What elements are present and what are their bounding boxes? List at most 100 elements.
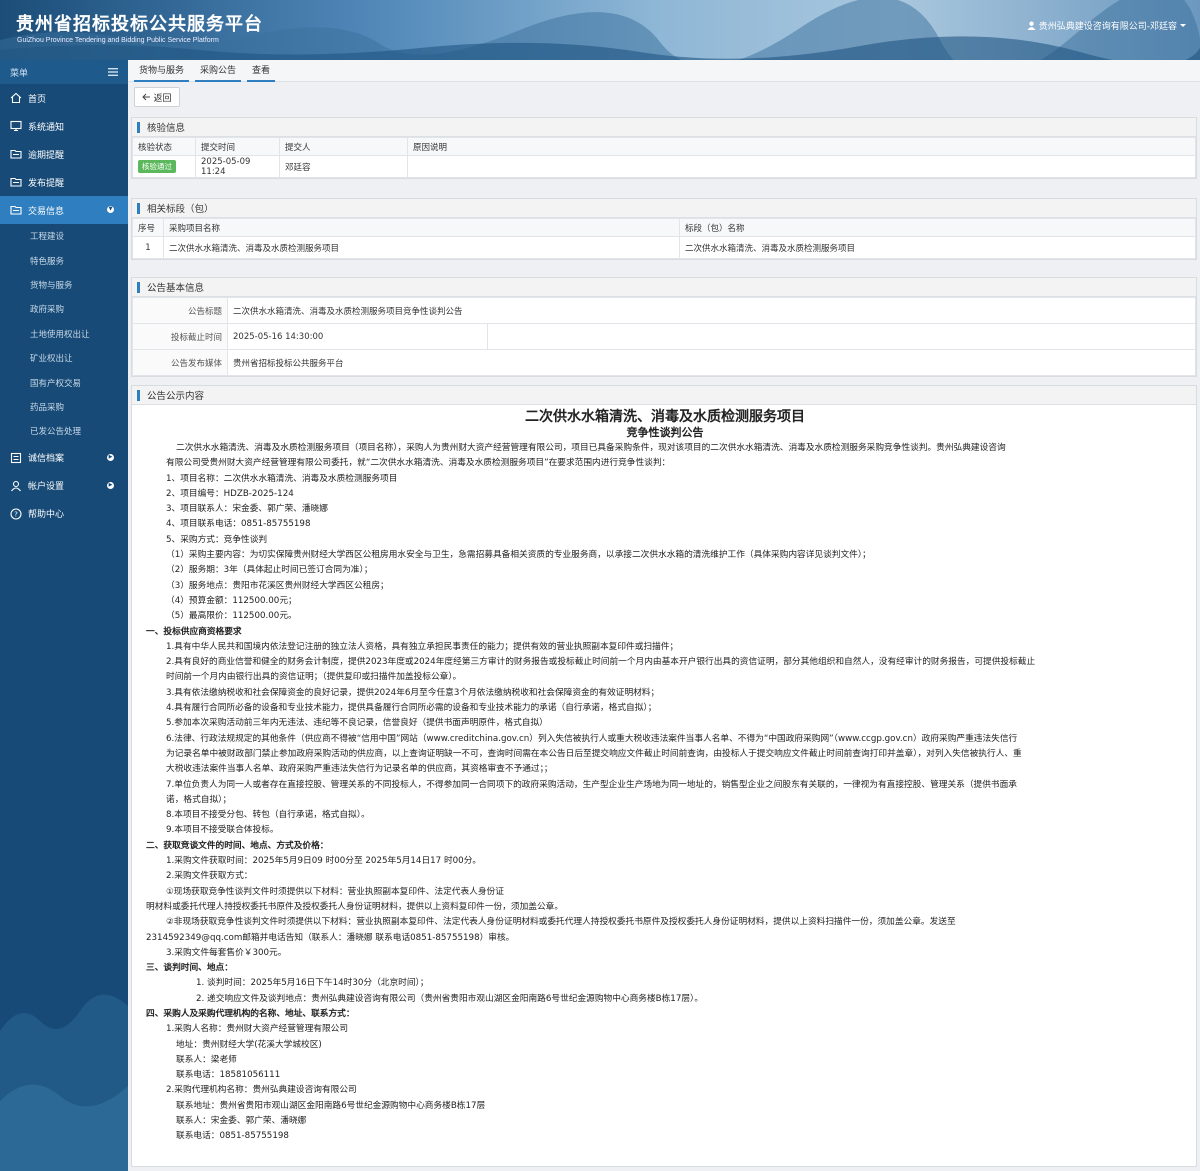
sidebar-item-label: 帐户设置: [28, 482, 65, 493]
chevron-right-icon: ▶: [107, 481, 114, 489]
svg-text:?: ?: [14, 510, 18, 518]
reason: [407, 155, 1196, 178]
paragraph: ②非现场获取竞争性谈判文件时须提供以下材料：营业执照副本复印件、法定代表人身份证…: [166, 917, 956, 928]
sidebar-item-overdue[interactable]: 逾期提醒: [0, 140, 128, 168]
sidebar-item-label: 首页: [28, 94, 47, 105]
paragraph: 9.本项目不接受联合体投标。: [166, 825, 279, 836]
paragraph: 二次供水水箱清洗、消毒及水质检测服务项目（项目名称），采购人为贵州财大资产经营管…: [176, 443, 1006, 453]
breadcrumb-item[interactable]: 货物与服务: [134, 60, 190, 82]
section-heading: 四、采购人及采购代理机构的名称、地址、联系方式：: [146, 1008, 355, 1019]
paragraph: 联系地址：贵州省贵阳市观山湖区金阳南路6号世纪金源购物中心商务楼B栋17层: [176, 1100, 486, 1111]
panel-title: 公告公示内容: [132, 386, 1196, 405]
sidebar-item-publish[interactable]: 发布提醒: [0, 168, 128, 196]
paragraph: （2）服务期：3年（具体起止时间已签订合同为准）；: [166, 565, 373, 576]
chevron-right-icon: ▶: [107, 453, 114, 461]
col-header: 提交时间: [195, 137, 280, 156]
sidebar-subitem[interactable]: 矿业权出让: [0, 346, 128, 370]
paragraph: 联系电话：0851-85755198: [176, 1131, 289, 1142]
sidebar-item-help[interactable]: ? 帮助中心: [0, 500, 128, 528]
caret-down-icon: [1180, 24, 1186, 27]
sidebar-item-credit[interactable]: 诚信档案 ▶: [0, 444, 128, 472]
paragraph: 联系电话：18581056111: [176, 1070, 281, 1081]
sidebar-mountain-image: [0, 994, 128, 1171]
sidebar-subitem[interactable]: 工程建设: [0, 224, 128, 248]
field-label: 公告标题: [132, 297, 228, 324]
user-name: 贵州弘典建设咨询有限公司-邓廷容: [1038, 22, 1177, 32]
paragraph: 联系人：宋金委、郭广荣、潘晓娜: [176, 1116, 307, 1127]
section-heading: 一、投标供应商资格要求: [146, 626, 242, 637]
paragraph: 3.采购文件每套售价￥300元。: [166, 947, 287, 958]
paragraph: 诺，格式自拟）；: [166, 794, 232, 805]
menu-header: 菜单: [0, 60, 128, 84]
col-header: 核验状态: [132, 137, 196, 156]
sidebar-item-notice[interactable]: 系统通知: [0, 112, 128, 140]
paragraph: 时间前一个月内由银行出具的资信证明；（提供复印或扫描件加盖投标公章）。: [166, 672, 462, 683]
sidebar-item-label: 诚信档案: [28, 454, 65, 465]
menu-label: 菜单: [10, 68, 29, 79]
sidebar: 菜单 首页 系统通知 逾期提醒 发布提醒 交易信息 ▼ 工程建设 特色服务 货物…: [0, 60, 128, 1171]
monitor-icon: [10, 120, 22, 132]
sidebar-subitem[interactable]: 特色服务: [0, 248, 128, 272]
field-label: 公告发布媒体: [132, 349, 228, 376]
sidebar-subitem[interactable]: 药品采购: [0, 395, 128, 419]
user-icon: [1027, 21, 1036, 30]
sidebar-item-home[interactable]: 首页: [0, 84, 128, 112]
paragraph: 地址：贵州财经大学(花溪大学城校区): [176, 1039, 322, 1050]
media: 贵州省招标投标公共服务平台: [227, 349, 1196, 376]
col-header: 采购项目名称: [163, 218, 680, 237]
sidebar-subitem[interactable]: 货物与服务: [0, 273, 128, 297]
user-menu[interactable]: 贵州弘典建设咨询有限公司-邓廷容: [1027, 19, 1186, 32]
sidebar-item-label: 帮助中心: [28, 510, 65, 521]
hamburger-icon[interactable]: [108, 68, 118, 76]
platform-title: 贵州省招标投标公共服务平台: [16, 14, 263, 35]
sidebar-item-label: 发布提醒: [28, 178, 65, 189]
paragraph: （4）预算金额：112500.00元；: [166, 595, 297, 606]
home-icon: [10, 92, 22, 104]
paragraph: （1）采购主要内容：为切实保障贵州财经大学西区公租房用水安全与卫生，急需招募具备…: [166, 550, 871, 561]
paragraph: 5.参加本次采购活动前三年内无违法、违纪等不良记录，信誉良好（提供书面声明原件，…: [166, 718, 548, 729]
breadcrumb-item[interactable]: 查看: [247, 60, 276, 82]
paragraph: 2. 递交响应文件及谈判地点：贵州弘典建设咨询有限公司（贵州省贵阳市观山湖区金阳…: [196, 993, 704, 1004]
paragraph: （3）服务地点：贵阳市花溪区贵州财经大学西区公租房；: [166, 580, 389, 591]
sidebar-subitem[interactable]: 土地使用权出让: [0, 322, 128, 346]
paragraph: 5、采购方式：竞争性谈判: [166, 534, 268, 545]
paragraph: 2.具有良好的商业信誉和健全的财务会计制度，提供2023年度或2024年度经第三…: [166, 657, 1036, 668]
field-label: 投标截止时间: [132, 323, 228, 350]
breadcrumb: 货物与服务 采购公告 查看: [128, 60, 1200, 82]
paragraph: 明材料或委托代理人持授权委托书原件及授权委托人身份证明材料，提供以上资料复印件一…: [146, 901, 563, 912]
paragraph: 4.具有履行合同所必备的设备和专业技术能力，提供具备履行合同所必需的设备和专业技…: [166, 703, 657, 714]
chevron-down-icon: ▼: [107, 206, 114, 213]
sidebar-item-label: 系统通知: [28, 122, 65, 133]
notice-heading: 二次供水水箱清洗、消毒及水质检测服务项目: [525, 409, 805, 425]
panel-title: 相关标段（包）: [132, 199, 1196, 218]
col-header: 序号: [132, 218, 164, 237]
breadcrumb-item[interactable]: 采购公告: [195, 60, 242, 82]
paragraph: 8.本项目不接受分包、转包（自行承诺，格式自拟）。: [166, 810, 370, 821]
section-heading: 二、获取竞谈文件的时间、地点、方式及价格：: [146, 840, 329, 851]
paragraph: 有限公司受贵州财大资产经营管理有限公司委托，就“二次供水水箱清洗、消毒及水质检测…: [166, 458, 671, 469]
sidebar-item-label: 交易信息: [28, 206, 65, 217]
paragraph: 6.法律、行政法规规定的其他条件（供应商不得被“信用中国”网站（www.cred…: [166, 733, 1018, 744]
folder-icon: [10, 205, 22, 215]
paragraph: ①现场获取竞争性谈判文件时须提供以下材料：营业执照副本复印件、法定代表人身份证: [166, 886, 504, 897]
submitter: 邓廷容: [279, 155, 408, 178]
basic-info-panel: 公告基本信息 公告标题 二次供水水箱清洗、消毒及水质检测服务项目竞争性谈判公告 投…: [131, 277, 1197, 377]
panel-title: 公告基本信息: [132, 278, 1196, 297]
notice-body: 二次供水水箱清洗、消毒及水质检测服务项目 竞争性谈判公告 二次供水水箱清洗、消毒…: [132, 405, 1196, 1145]
sidebar-subitem[interactable]: 已发公告处理: [0, 419, 128, 443]
paragraph: 2.采购文件获取方式：: [166, 871, 253, 882]
notice-subheading: 竞争性谈判公告: [626, 426, 704, 439]
status-badge: 核验通过: [138, 160, 176, 173]
platform-subtitle: GuiZhou Province Tendering and Bidding P…: [17, 37, 219, 44]
sidebar-subitem[interactable]: 国有产权交易: [0, 370, 128, 394]
top-header: 贵州省招标投标公共服务平台 GuiZhou Province Tendering…: [0, 0, 1200, 60]
back-button[interactable]: 返回: [134, 87, 180, 107]
section-name: 二次供水水箱清洗、消毒及水质检测服务项目: [679, 236, 1196, 259]
sidebar-item-trade[interactable]: 交易信息 ▼: [0, 196, 128, 224]
deadline: 2025-05-16 14:30:00: [227, 323, 488, 350]
sidebar-item-account[interactable]: 帐户设置 ▶: [0, 472, 128, 500]
paragraph: 7.单位负责人为同一人或者存在直接控股、管理关系的不同投标人，不得参加同一合同项…: [166, 779, 1017, 790]
section-heading: 三、谈判时间、地点：: [146, 963, 233, 974]
sidebar-subitem[interactable]: 政府采购: [0, 297, 128, 321]
paragraph: 4、项目联系电话：0851-85755198: [166, 519, 311, 530]
